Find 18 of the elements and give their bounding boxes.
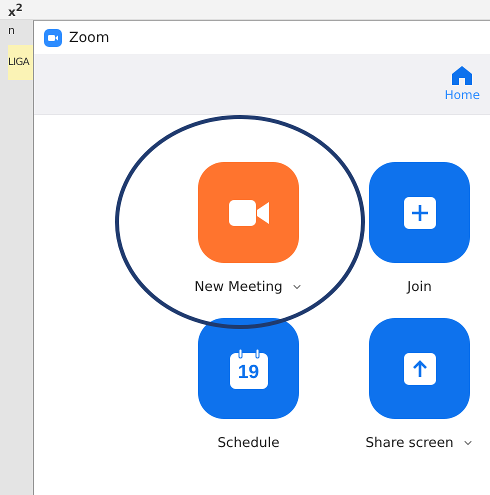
action-label: Schedule bbox=[217, 435, 280, 451]
action-label: Share screen bbox=[365, 435, 454, 451]
video-camera-icon bbox=[228, 200, 268, 226]
calendar-date: 19 bbox=[238, 362, 260, 384]
app-logo-icon bbox=[44, 28, 62, 46]
home-tab[interactable]: Home bbox=[440, 54, 484, 114]
action-label: Join bbox=[407, 279, 432, 295]
window-title: Zoom bbox=[69, 30, 110, 46]
action-label: New Meeting bbox=[194, 279, 283, 295]
side-label: n bbox=[8, 23, 16, 39]
plus-icon bbox=[404, 196, 436, 228]
toolbar-label: x$^{2}$ bbox=[8, 3, 23, 19]
home-icon bbox=[452, 66, 472, 85]
action-button[interactable] bbox=[369, 162, 470, 263]
action-button[interactable]: 19 bbox=[198, 318, 299, 419]
action-button[interactable] bbox=[369, 318, 470, 419]
action-button[interactable] bbox=[198, 162, 299, 263]
side-label: LIGA bbox=[8, 45, 33, 80]
